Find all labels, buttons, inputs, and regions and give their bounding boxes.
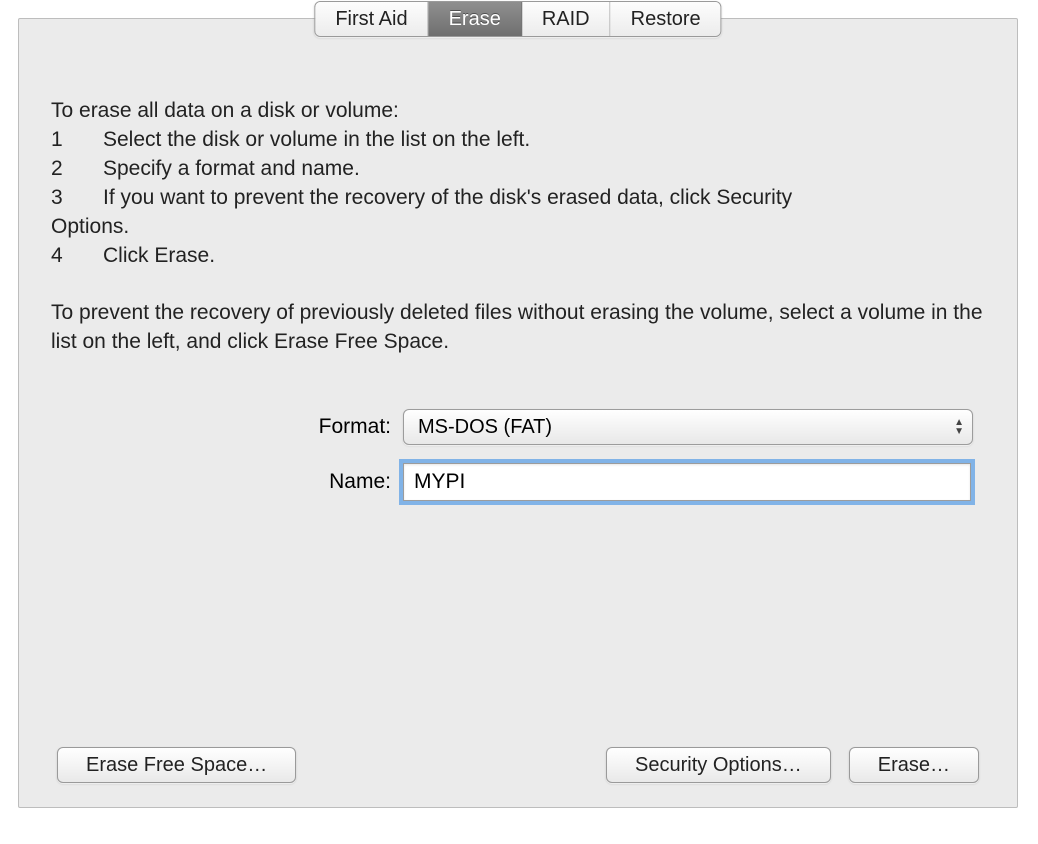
step-1-number: 1 [51,126,103,155]
step-4-number: 4 [51,242,103,271]
step-1: 1 Select the disk or volume in the list … [51,126,985,155]
tab-raid[interactable]: RAID [522,2,611,36]
step-1-text: Select the disk or volume in the list on… [103,126,985,155]
tab-first-aid[interactable]: First Aid [315,2,428,36]
erase-panel: First Aid Erase RAID Restore To erase al… [18,18,1018,808]
step-3: 3 If you want to prevent the recovery of… [51,184,985,213]
step-3-number: 3 [51,184,103,213]
format-popup[interactable]: MS-DOS (FAT) ▲▼ [403,409,973,445]
step-2: 2 Specify a format and name. [51,155,985,184]
instructions-heading: To erase all data on a disk or volume: [51,97,985,126]
erase-button[interactable]: Erase… [849,747,979,783]
tab-erase[interactable]: Erase [429,2,522,36]
tab-bar: First Aid Erase RAID Restore [314,1,721,37]
tab-restore[interactable]: Restore [611,2,721,36]
security-options-button[interactable]: Security Options… [606,747,831,783]
step-2-text: Specify a format and name. [103,155,985,184]
popup-arrows-icon: ▲▼ [954,418,964,436]
erase-form: Format: MS-DOS (FAT) ▲▼ Name: [19,409,1017,519]
button-bar: Erase Free Space… Security Options… Eras… [57,747,979,783]
instructions-paragraph-2: To prevent the recovery of previously de… [51,299,985,357]
step-2-number: 2 [51,155,103,184]
name-label: Name: [19,470,403,494]
format-label: Format: [19,415,403,439]
step-4: 4 Click Erase. [51,242,985,271]
erase-free-space-button[interactable]: Erase Free Space… [57,747,296,783]
format-popup-value: MS-DOS (FAT) [418,416,552,439]
instructions-block: To erase all data on a disk or volume: 1… [51,97,985,357]
name-input[interactable] [403,463,971,501]
step-3-text-a: If you want to prevent the recovery of t… [103,184,985,213]
step-4-text: Click Erase. [103,242,985,271]
step-3-text-b: Options. [51,213,985,242]
